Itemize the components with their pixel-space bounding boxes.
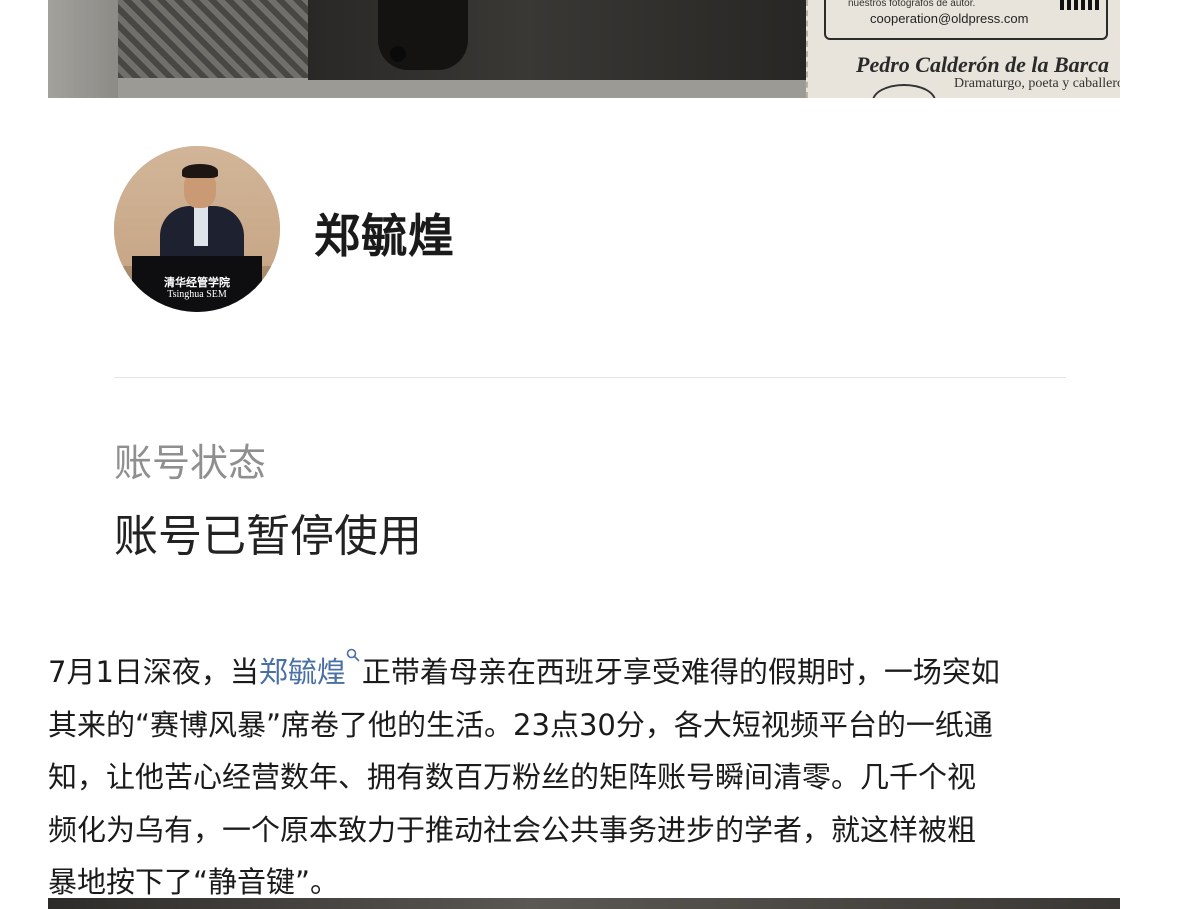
avatar-shirt bbox=[194, 206, 208, 246]
top-article-image: nuestros fotógrafos de autor. cooperatio… bbox=[48, 0, 1120, 98]
article-page: nuestros fotógrafos de autor. cooperatio… bbox=[0, 0, 1200, 909]
person-link[interactable]: 郑毓煌 bbox=[259, 655, 346, 689]
stamp-subtitle: Dramaturgo, poeta y caballero bbox=[954, 76, 1120, 91]
stamp-small-text: nuestros fotógrafos de autor. bbox=[848, 0, 976, 9]
profile-name[interactable]: 郑毓煌 bbox=[314, 200, 455, 266]
article-body: 7月1日深夜，当郑毓煌 正带着母亲在西班牙享受难得的假期时，一场突如 其来的“赛博… bbox=[48, 646, 1138, 909]
press-stamp: nuestros fotógrafos de autor. cooperatio… bbox=[806, 0, 1120, 98]
article-line-2: 其来的“赛博风暴”席卷了他的生活。23点30分，各大短视频平台的一纸通 bbox=[48, 707, 993, 742]
article-text: 7月1日深夜，当 bbox=[48, 655, 259, 689]
account-status-label: 账号状态 bbox=[114, 441, 267, 485]
avatar-caption-en: Tsinghua SEM bbox=[167, 289, 227, 300]
bottom-article-image bbox=[48, 898, 1120, 909]
article-text: 正带着母亲在西班牙享受难得的假期时，一场突如 bbox=[361, 655, 1000, 689]
seal-icon bbox=[872, 84, 936, 98]
stone-base bbox=[118, 78, 858, 98]
article-line-3: 知，让他苦心经营数年、拥有数百万粉丝的矩阵账号瞬间清零。几千个视 bbox=[48, 760, 977, 794]
account-status-value: 账号已暂停使用 bbox=[114, 511, 422, 562]
article-line-4: 频化为乌有，一个原本致力于推动社会公共事务进步的学者，就这样被粗 bbox=[48, 812, 977, 847]
qr-code-icon bbox=[1060, 0, 1100, 10]
avatar-caption-cn: 清华经管学院 bbox=[164, 276, 230, 289]
divider bbox=[114, 377, 1066, 378]
stone-wall bbox=[48, 0, 118, 98]
article-line-1: 7月1日深夜，当郑毓煌 正带着母亲在西班牙享受难得的假期时，一场突如 bbox=[48, 646, 1138, 699]
stamp-name: Pedro Calderón de la Barca bbox=[856, 52, 1109, 77]
stamp-email: cooperation@oldpress.com bbox=[870, 11, 1029, 26]
door-knob bbox=[390, 46, 406, 62]
search-icon[interactable] bbox=[346, 646, 362, 670]
stone-carving bbox=[118, 0, 308, 80]
avatar-hair bbox=[182, 164, 218, 178]
avatar[interactable]: 清华经管学院 Tsinghua SEM bbox=[114, 146, 280, 312]
